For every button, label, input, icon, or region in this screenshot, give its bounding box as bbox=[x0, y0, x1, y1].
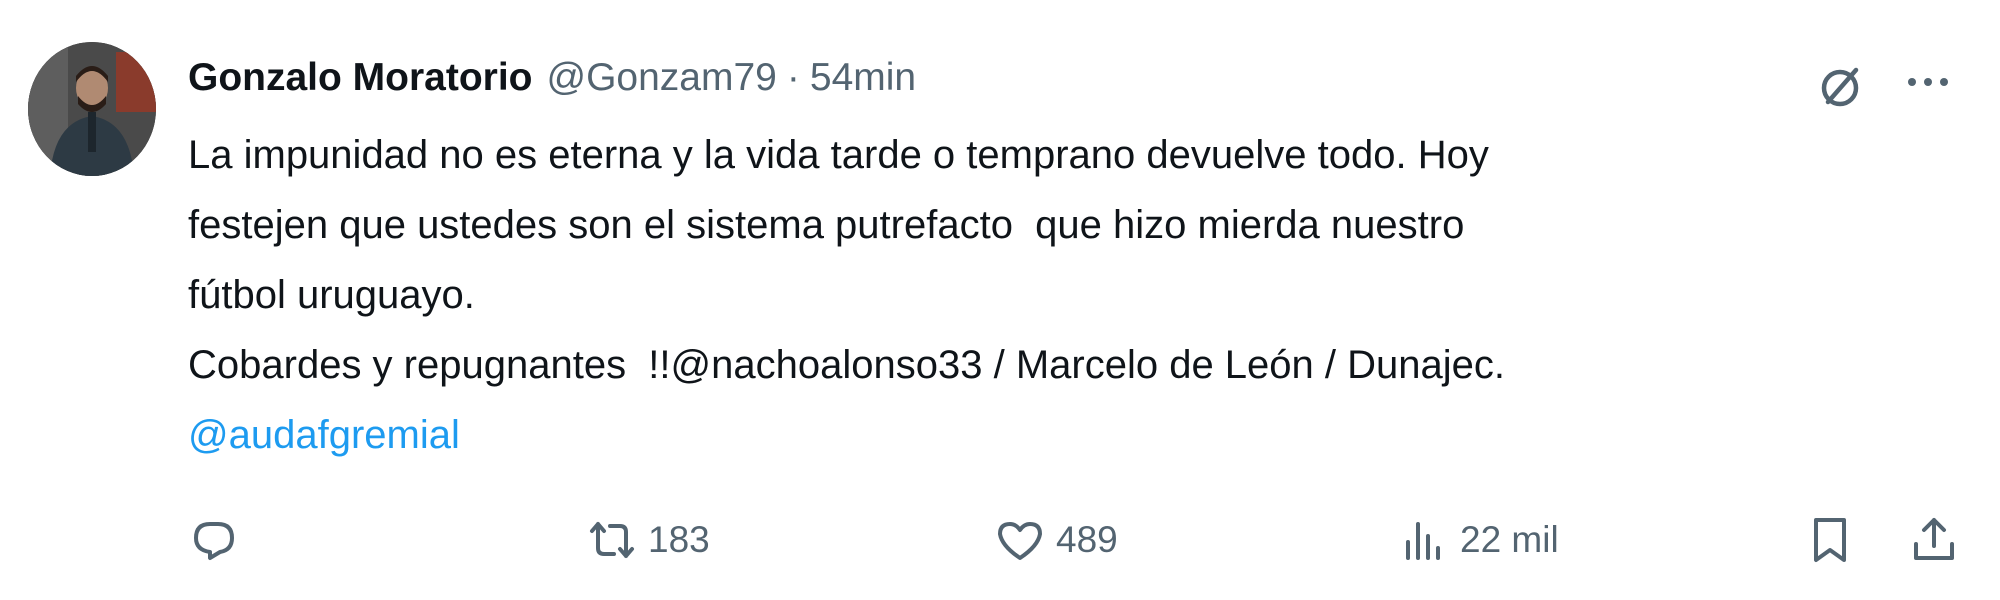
tweet-text-segment: Cobardes y repugnantes !! bbox=[188, 343, 671, 387]
tweet-text-segment: / Marcelo de León / Dunajec. bbox=[982, 343, 1506, 387]
tweet-text-line: Cobardes y repugnantes !!@nachoalonso33 … bbox=[188, 330, 1968, 400]
like-count: 489 bbox=[1056, 519, 1118, 560]
bookmark-icon bbox=[1814, 518, 1846, 562]
separator: · bbox=[786, 56, 800, 99]
tweet-text-line: festejen que ustedes son el sistema putr… bbox=[188, 203, 1465, 247]
action-bar: 183 489 22 mil bbox=[0, 500, 2000, 580]
tweet-text: La impunidad no es eterna y la vida tard… bbox=[188, 120, 1968, 470]
reply-icon bbox=[194, 522, 234, 560]
timestamp[interactable]: 54min bbox=[810, 56, 916, 100]
tweet-card[interactable]: Gonzalo Moratorio @Gonzam79 · 54min La i… bbox=[0, 0, 2000, 600]
tweet-text-line: fútbol uruguayo. bbox=[188, 273, 475, 317]
bookmark-button[interactable] bbox=[1806, 500, 1854, 580]
retweet-icon bbox=[590, 522, 634, 558]
avatar[interactable] bbox=[28, 42, 156, 176]
heart-icon bbox=[998, 522, 1042, 560]
grok-icon[interactable] bbox=[1812, 58, 1868, 114]
author-handle[interactable]: @Gonzam79 bbox=[547, 56, 777, 100]
more-icon[interactable] bbox=[1900, 62, 1956, 102]
views-icon bbox=[1406, 522, 1440, 560]
views-count: 22 mil bbox=[1460, 519, 1559, 560]
share-button[interactable] bbox=[1910, 500, 1958, 580]
views-button[interactable]: 22 mil bbox=[1400, 500, 1559, 580]
mention-link[interactable]: @audafgremial bbox=[188, 400, 1968, 470]
retweet-button[interactable]: 183 bbox=[588, 500, 710, 580]
reply-button[interactable] bbox=[190, 500, 238, 580]
tweet-header: Gonzalo Moratorio @Gonzam79 · 54min bbox=[188, 50, 916, 106]
retweet-count: 183 bbox=[648, 519, 710, 560]
tweet-text-line: La impunidad no es eterna y la vida tard… bbox=[188, 133, 1489, 177]
avatar-image bbox=[28, 42, 156, 176]
author-name[interactable]: Gonzalo Moratorio bbox=[188, 56, 533, 100]
like-button[interactable]: 489 bbox=[996, 500, 1118, 580]
share-icon bbox=[1914, 518, 1954, 560]
mention-link[interactable]: @nachoalonso33 bbox=[671, 343, 983, 387]
